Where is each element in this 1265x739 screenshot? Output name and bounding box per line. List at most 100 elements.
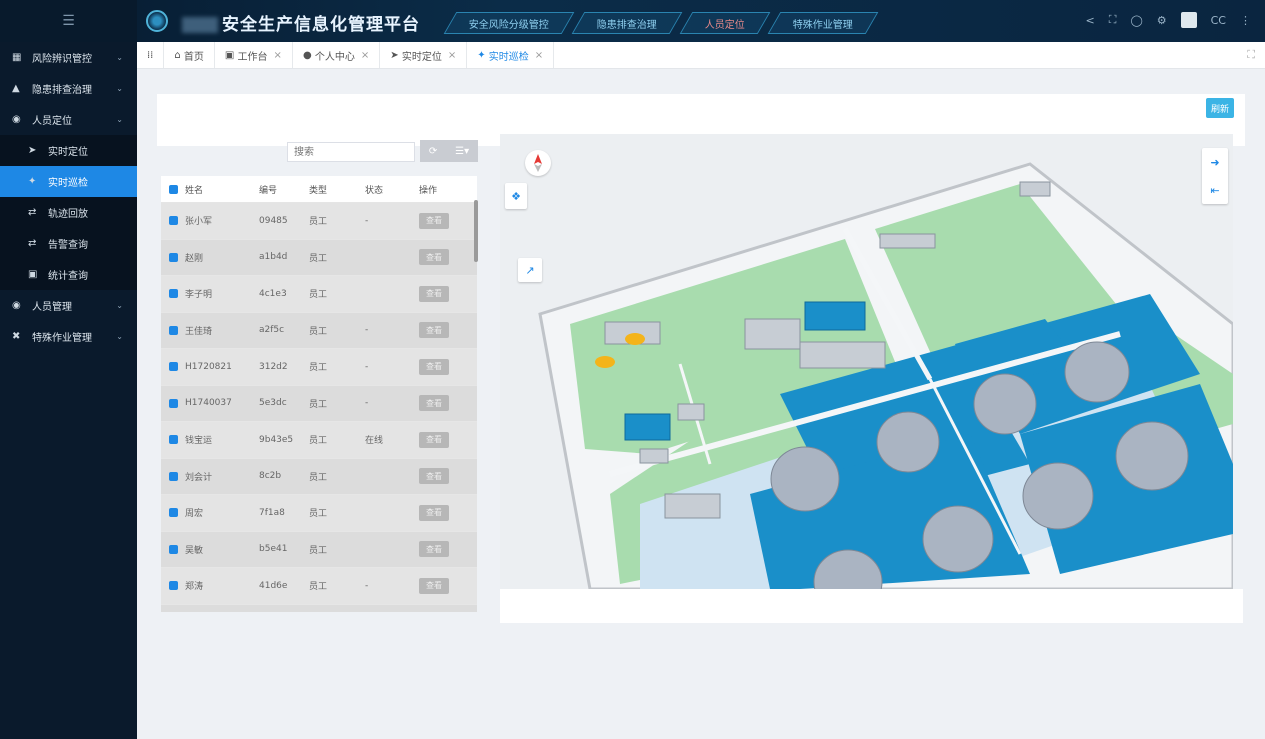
- logo-icon: [146, 10, 168, 32]
- sidebar-item-2[interactable]: ◉ 人员定位 ⌄: [0, 104, 137, 135]
- header-icons: < ⛶ ◯ ⚙ CC ⋮: [1086, 12, 1251, 28]
- tab-1[interactable]: ▣ 工作台 ×: [215, 42, 293, 68]
- refresh-button[interactable]: 刷新: [1206, 98, 1234, 118]
- menu-toggle-icon[interactable]: ☰: [0, 0, 137, 42]
- search-input[interactable]: [287, 142, 415, 162]
- view-button[interactable]: 查看: [419, 322, 449, 339]
- sidebar-item-5[interactable]: ⇄ 轨迹回放: [0, 197, 137, 228]
- sidebar-item-icon: ▦: [12, 52, 22, 63]
- view-button[interactable]: 查看: [419, 468, 449, 485]
- zoom-control: ➜ ⇤: [1202, 148, 1228, 204]
- view-button[interactable]: 查看: [419, 395, 449, 412]
- view-button[interactable]: 查看: [419, 285, 449, 302]
- col-code[interactable]: 编号: [259, 183, 309, 196]
- refresh-icon[interactable]: ◯: [1130, 14, 1142, 27]
- col-status[interactable]: 状态: [365, 183, 419, 196]
- cell-type: 员工: [309, 217, 328, 228]
- tab-label: 工作台: [237, 51, 268, 63]
- sidebar-item-4[interactable]: ✦ 实时巡检: [0, 166, 137, 197]
- table-row[interactable]: 刘会计 8c2b 员工 查看: [161, 459, 477, 495]
- table-row[interactable]: 郑涛 41d6e 员工 - 查看: [161, 568, 477, 605]
- view-button[interactable]: 查看: [419, 541, 449, 558]
- table-row[interactable]: 钱宝运 9b43e5 员工 在线 查看: [161, 422, 477, 459]
- table-row[interactable]: H1720821 312d2 员工 - 查看: [161, 349, 477, 386]
- table-row[interactable]: 吴敏 b5e41 员工 查看: [161, 532, 477, 568]
- view-button[interactable]: 查看: [419, 577, 449, 594]
- fullscreen-icon[interactable]: ⛶: [1109, 13, 1117, 27]
- sidebar-item-6[interactable]: ⇄ 告警查询: [0, 228, 137, 259]
- view-button[interactable]: 查看: [419, 358, 449, 375]
- avatar[interactable]: [1180, 12, 1197, 28]
- cell-code: 312d2: [259, 361, 288, 372]
- cell-name: 李子明: [185, 290, 213, 301]
- row-checkbox[interactable]: [168, 508, 178, 518]
- tab-scroll-left[interactable]: ⁞⁞: [137, 42, 165, 68]
- sidebar-item-0[interactable]: ▦ 风险辨识管控 ⌄: [0, 42, 137, 73]
- view-button[interactable]: 查看: [419, 249, 449, 266]
- sidebar-item-icon: ◉: [12, 114, 21, 125]
- close-icon[interactable]: ×: [448, 50, 456, 61]
- settings-icon[interactable]: ⚙: [1157, 14, 1167, 27]
- measure-icon[interactable]: ↗: [518, 258, 542, 282]
- tab-4[interactable]: ✦ 实时巡检 ×: [467, 42, 555, 68]
- tab-2[interactable]: ● 个人中心 ×: [293, 42, 381, 68]
- close-icon[interactable]: ×: [361, 50, 369, 61]
- row-checkbox[interactable]: [168, 544, 178, 554]
- zoom-out-icon[interactable]: ⇤: [1210, 184, 1219, 197]
- tab-0[interactable]: ⌂ 首页: [164, 42, 215, 68]
- close-icon[interactable]: ×: [535, 50, 543, 61]
- row-checkbox[interactable]: [168, 471, 178, 481]
- table-row[interactable]: 张小军 09485 员工 - 查看: [161, 203, 477, 240]
- row-checkbox[interactable]: [168, 325, 178, 335]
- table-row[interactable]: H1740037 5e3dc 员工 - 查看: [161, 386, 477, 422]
- view-button[interactable]: 查看: [419, 504, 449, 521]
- row-checkbox[interactable]: [168, 581, 178, 591]
- columns-icon[interactable]: ☰▾: [455, 146, 469, 157]
- cell-code: b5e41: [259, 544, 288, 555]
- expand-icon[interactable]: ⛶: [1247, 48, 1255, 62]
- col-type[interactable]: 类型: [309, 183, 365, 196]
- table-row[interactable]: 李子明 4c1e3 员工 查看: [161, 276, 477, 313]
- table-row[interactable]: H1721513e0a57员工-查看: [161, 605, 477, 613]
- sidebar-item-1[interactable]: ▲ 隐患排查治理 ⌄: [0, 73, 137, 104]
- select-all-checkbox[interactable]: [168, 184, 178, 194]
- cell-type: 员工: [309, 472, 328, 483]
- row-checkbox[interactable]: [168, 398, 178, 408]
- view-button[interactable]: 查看: [419, 431, 449, 448]
- row-checkbox[interactable]: [168, 252, 178, 262]
- plant-map[interactable]: [500, 134, 1233, 589]
- table-row[interactable]: 王佳琦 a2f5c 员工 - 查看: [161, 313, 477, 349]
- close-icon[interactable]: ×: [274, 50, 282, 61]
- table-row[interactable]: 周宏 7f1a8 员工 查看: [161, 495, 477, 532]
- view-button[interactable]: 查看: [419, 212, 449, 229]
- table-scrollbar[interactable]: [474, 200, 478, 262]
- row-checkbox[interactable]: [168, 216, 178, 226]
- sidebar-item-3[interactable]: ➤ 实时定位: [0, 135, 137, 166]
- top-nav-item-2[interactable]: 隐患排查治理: [571, 12, 683, 34]
- sidebar-item-7[interactable]: ▣ 统计查询: [0, 259, 137, 290]
- row-checkbox[interactable]: [168, 362, 178, 372]
- table-row[interactable]: 赵刚 a1b4d 员工 查看: [161, 240, 477, 276]
- col-name[interactable]: 姓名: [185, 183, 259, 196]
- top-nav-item-3[interactable]: 人员定位: [679, 12, 771, 34]
- cell-code: 09485: [259, 215, 288, 226]
- table-refresh-icon[interactable]: ⟳: [429, 146, 437, 157]
- sidebar-item-8[interactable]: ◉ 人员管理 ⌄: [0, 290, 137, 321]
- layer-icon[interactable]: ❖: [505, 183, 527, 209]
- more-icon[interactable]: ⋮: [1240, 14, 1251, 27]
- tab-3[interactable]: ➤ 实时定位 ×: [380, 42, 468, 68]
- user-name[interactable]: CC: [1211, 14, 1226, 27]
- zoom-in-icon[interactable]: ➜: [1210, 156, 1219, 169]
- row-checkbox[interactable]: [168, 435, 178, 445]
- compass-icon[interactable]: [525, 150, 551, 176]
- sidebar-item-9[interactable]: ✖ 特殊作业管理 ⌄: [0, 321, 137, 352]
- sidebar-item-icon: ✦: [28, 176, 37, 187]
- cell-code: 4c1e3: [259, 288, 287, 299]
- row-checkbox[interactable]: [168, 289, 178, 299]
- hotspot-1: [595, 356, 615, 368]
- cell-name: 吴敏: [185, 545, 204, 556]
- cell-code: 41d6e: [259, 580, 288, 591]
- top-nav-item-4[interactable]: 特殊作业管理: [767, 12, 879, 34]
- share-icon[interactable]: <: [1086, 14, 1095, 27]
- top-nav-item-1[interactable]: 安全风险分级管控: [443, 12, 575, 34]
